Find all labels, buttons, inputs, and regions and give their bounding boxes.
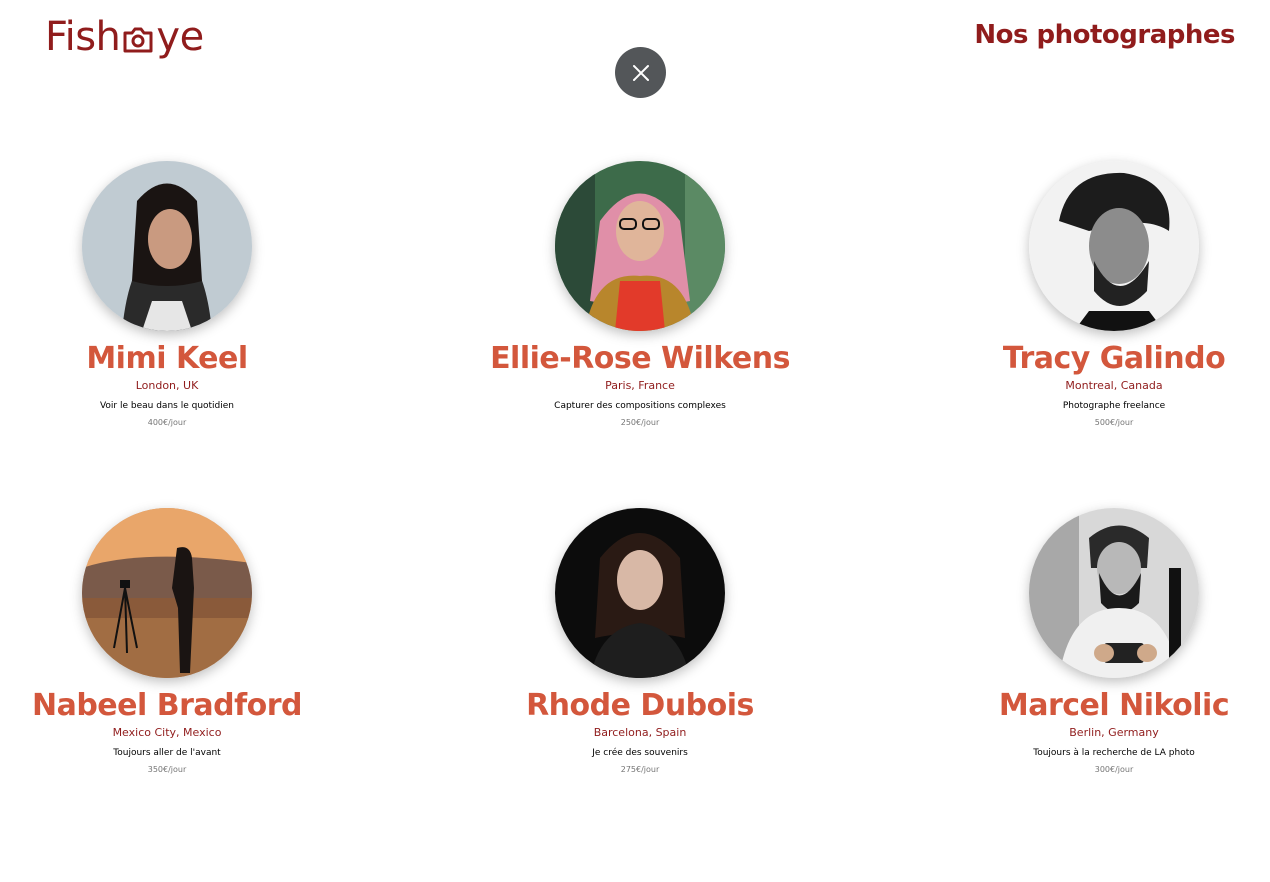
photographer-name[interactable]: Ellie-Rose Wilkens [480, 341, 800, 377]
camera-icon [121, 20, 155, 54]
photographer-price: 300€/jour [1094, 765, 1134, 774]
photographer-tagline: Je crée des souvenirs [592, 748, 688, 758]
photographer-card[interactable]: Nabeel Bradford Mexico City, Mexico Touj… [7, 508, 327, 776]
photographer-card[interactable]: Rhode Dubois Barcelona, Spain Je crée de… [480, 508, 800, 776]
photographer-avatar[interactable] [82, 161, 252, 331]
photographer-card[interactable]: Mimi Keel London, UK Voir le beau dans l… [7, 161, 327, 429]
photographer-location: Barcelona, Spain [593, 726, 687, 739]
photographer-tagline: Toujours aller de l'avant [113, 748, 221, 758]
photographer-avatar[interactable] [82, 508, 252, 678]
photographer-price: 275€/jour [620, 765, 660, 774]
photographer-tagline: Photographe freelance [1062, 401, 1166, 411]
photographer-avatar[interactable] [555, 508, 725, 678]
photographer-avatar[interactable] [555, 161, 725, 331]
photographer-card[interactable]: Marcel Nikolic Berlin, Germany Toujours … [954, 508, 1270, 776]
close-icon [632, 64, 649, 81]
photographer-avatar[interactable] [1029, 161, 1199, 331]
photographer-location: Paris, France [605, 379, 675, 392]
photographer-tagline: Toujours à la recherche de LA photo [1033, 748, 1195, 758]
photographer-location: London, UK [135, 379, 199, 392]
photographer-card[interactable]: Tracy Galindo Montreal, Canada Photograp… [954, 161, 1270, 429]
photographer-location: Berlin, Germany [1069, 726, 1159, 739]
photographer-price: 350€/jour [147, 765, 187, 774]
photographer-price: 500€/jour [1094, 418, 1134, 427]
photographer-name[interactable]: Tracy Galindo [954, 341, 1270, 377]
page-title: Nos photographes [974, 20, 1235, 50]
photographer-card[interactable]: Ellie-Rose Wilkens Paris, France Capture… [480, 161, 800, 429]
photographer-location: Mexico City, Mexico [112, 726, 222, 739]
photographer-location: Montreal, Canada [1065, 379, 1163, 392]
logo-text-right: ye [156, 14, 204, 60]
photographer-price: 400€/jour [147, 418, 187, 427]
photographer-name[interactable]: Marcel Nikolic [954, 688, 1270, 724]
photographer-name[interactable]: Mimi Keel [7, 341, 327, 377]
photographer-name[interactable]: Rhode Dubois [480, 688, 800, 724]
fisheye-logo[interactable]: Fish ye [45, 12, 204, 62]
photographer-price: 250€/jour [620, 418, 660, 427]
photographer-avatar[interactable] [1029, 508, 1199, 678]
close-button[interactable] [615, 47, 666, 98]
photographer-tagline: Voir le beau dans le quotidien [99, 401, 235, 411]
logo-text-left: Fish [45, 14, 121, 60]
photographer-tagline: Capturer des compositions complexes [554, 401, 726, 411]
photographer-name[interactable]: Nabeel Bradford [7, 688, 327, 724]
